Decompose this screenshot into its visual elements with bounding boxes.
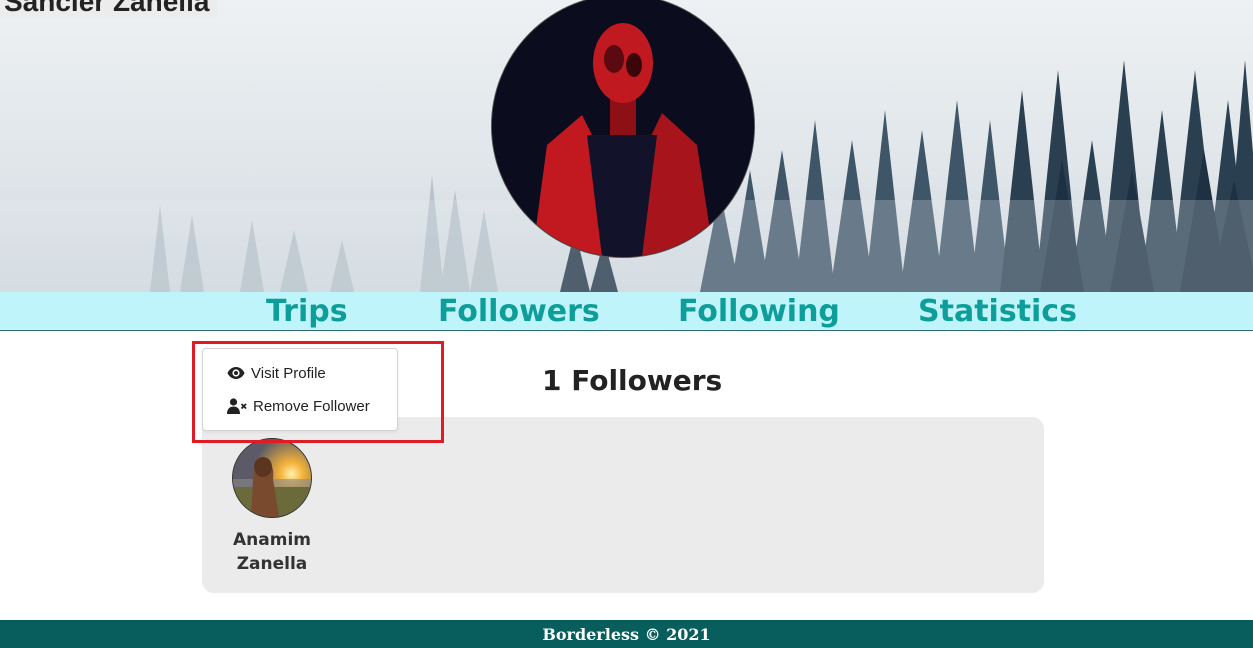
profile-avatar xyxy=(491,0,755,258)
cover-banner: Sancler Zanella xyxy=(0,0,1253,292)
tab-followers[interactable]: Followers xyxy=(438,292,600,330)
profile-tab-bar: Trips Followers Following Statistics xyxy=(0,292,1253,331)
highlight-box xyxy=(192,341,444,443)
follower-card[interactable]: Anamim Zanella xyxy=(224,438,320,576)
follower-last-name: Zanella xyxy=(236,554,308,574)
follower-name[interactable]: Anamim Zanella xyxy=(224,528,320,576)
profile-name: Sancler Zanella xyxy=(0,0,218,18)
followers-list-panel xyxy=(202,417,1044,593)
profile-page: Sancler Zanella Trips Followers Followin… xyxy=(0,0,1253,648)
tab-statistics[interactable]: Statistics xyxy=(918,292,1077,330)
followers-count-title: 1 Followers xyxy=(542,364,723,397)
follower-avatar[interactable] xyxy=(232,438,312,518)
follower-first-name: Anamim xyxy=(233,530,311,550)
tab-trips[interactable]: Trips xyxy=(266,292,348,330)
tab-following[interactable]: Following xyxy=(678,292,840,330)
footer: Borderless © 2021 xyxy=(0,620,1253,648)
